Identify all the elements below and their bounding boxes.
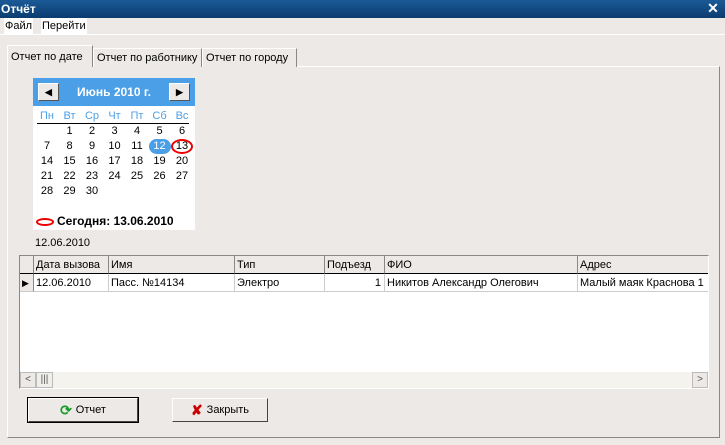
tab-by-worker[interactable]: Отчет по работнику <box>93 48 202 67</box>
calendar-day[interactable]: 17 <box>104 154 126 169</box>
column-header[interactable]: Тип <box>235 256 325 274</box>
month-calendar[interactable]: ◀ Июнь 2010 г. ▶ Пн Вт Ср Чт Пт Сб Вс 12345678… <box>33 78 195 230</box>
x-icon: ✘ <box>190 402 203 419</box>
scroll-right-button[interactable]: > <box>692 372 708 388</box>
close-button-label: Закрыть <box>206 404 250 416</box>
table-cell[interactable]: 12.06.2010 <box>34 274 109 292</box>
next-month-button[interactable]: ▶ <box>169 83 190 101</box>
weekday-header: Сб <box>152 110 167 122</box>
horizontal-scrollbar[interactable]: < ||| > <box>20 372 708 388</box>
calendar-day[interactable]: 16 <box>81 154 103 169</box>
report-button-label: Отчет <box>75 404 106 416</box>
calendar-day[interactable]: 4 <box>126 124 148 139</box>
calendar-day[interactable]: 8 <box>59 139 81 154</box>
column-header[interactable]: Имя <box>109 256 235 274</box>
table-cell[interactable]: Малый маяк Краснова 1 <box>578 274 708 292</box>
calendar-day[interactable]: 28 <box>36 184 58 199</box>
calendar-day[interactable]: 14 <box>36 154 58 169</box>
title-bar: Отчёт ✕ <box>0 0 725 18</box>
today-label: Сегодня: 13.06.2010 <box>57 214 174 228</box>
selected-date-label: 12.06.2010 <box>35 237 91 249</box>
today-circle-icon <box>36 217 54 226</box>
weekday-header: Ср <box>84 110 100 122</box>
today-link[interactable]: Сегодня: 13.06.2010 <box>36 214 174 228</box>
calendar-day[interactable]: 15 <box>59 154 81 169</box>
calendar-day[interactable]: 23 <box>81 169 103 184</box>
scroll-left-button[interactable]: < <box>20 372 36 388</box>
calendar-day[interactable]: 29 <box>59 184 81 199</box>
calendar-day[interactable]: 13 <box>171 139 193 154</box>
column-header[interactable]: Адрес <box>578 256 708 274</box>
column-header[interactable]: ФИО <box>385 256 578 274</box>
calendar-day[interactable]: 20 <box>171 154 193 169</box>
calendar-day[interactable]: 25 <box>126 169 148 184</box>
calendar-header: ◀ Июнь 2010 г. ▶ <box>33 78 195 106</box>
scroll-thumb[interactable]: ||| <box>36 372 53 388</box>
calendar-day[interactable]: 7 <box>36 139 58 154</box>
calendar-day[interactable]: 19 <box>149 154 171 169</box>
calendar-day[interactable]: 27 <box>171 169 193 184</box>
weekday-header: Пт <box>130 110 144 122</box>
calendar-day[interactable]: 26 <box>149 169 171 184</box>
weekday-header: Вт <box>63 110 76 122</box>
tab-by-city[interactable]: Отчет по городу <box>202 48 297 67</box>
calendar-day[interactable]: 1 <box>59 124 81 139</box>
close-window-button[interactable]: ✕ <box>705 1 721 16</box>
refresh-icon: ⟳ <box>60 402 72 419</box>
calendar-month-title[interactable]: Июнь 2010 г. <box>77 85 151 99</box>
calendar-day[interactable]: 2 <box>81 124 103 139</box>
calendar-day[interactable]: 24 <box>104 169 126 184</box>
report-button[interactable]: ⟳ Отчет <box>27 397 139 423</box>
menu-goto[interactable]: Перейти <box>41 18 87 35</box>
weekday-header: Пн <box>40 110 54 122</box>
calendar-day[interactable]: 9 <box>81 139 103 154</box>
calendar-day[interactable]: 6 <box>171 124 193 139</box>
table-cell[interactable]: Электро <box>235 274 325 292</box>
calendar-day[interactable]: 12 <box>148 139 171 154</box>
menu-bar: Файл Перейти <box>0 18 725 35</box>
table-cell[interactable]: Никитов Александр Олегович <box>385 274 578 292</box>
column-header[interactable]: Дата вызова <box>34 256 109 274</box>
report-grid[interactable]: Дата вызова Имя Тип Подъезд ФИО Адрес ▶ 12.06.… <box>19 255 709 389</box>
weekday-header: Чт <box>108 110 121 122</box>
calendar-day[interactable]: 22 <box>59 169 81 184</box>
menu-file[interactable]: Файл <box>4 18 34 35</box>
calendar-day[interactable]: 21 <box>36 169 58 184</box>
weekday-header: Вс <box>175 110 189 122</box>
calendar-day[interactable]: 11 <box>126 139 148 154</box>
column-header[interactable]: Подъезд <box>325 256 385 274</box>
table-cell[interactable]: Пасс. №14134 <box>109 274 235 292</box>
table-cell[interactable]: 1 <box>325 274 385 292</box>
row-indicator-header <box>20 256 34 274</box>
calendar-day[interactable]: 3 <box>104 124 126 139</box>
window-title: Отчёт <box>1 2 36 16</box>
calendar-day[interactable]: 5 <box>149 124 171 139</box>
close-button[interactable]: ✘ Закрыть <box>172 398 268 422</box>
calendar-day[interactable]: 18 <box>126 154 148 169</box>
calendar-day[interactable]: 30 <box>81 184 103 199</box>
row-indicator-icon: ▶ <box>20 274 34 292</box>
prev-month-button[interactable]: ◀ <box>38 83 59 101</box>
tab-by-date[interactable]: Отчет по дате <box>7 45 93 67</box>
calendar-day[interactable]: 10 <box>104 139 126 154</box>
